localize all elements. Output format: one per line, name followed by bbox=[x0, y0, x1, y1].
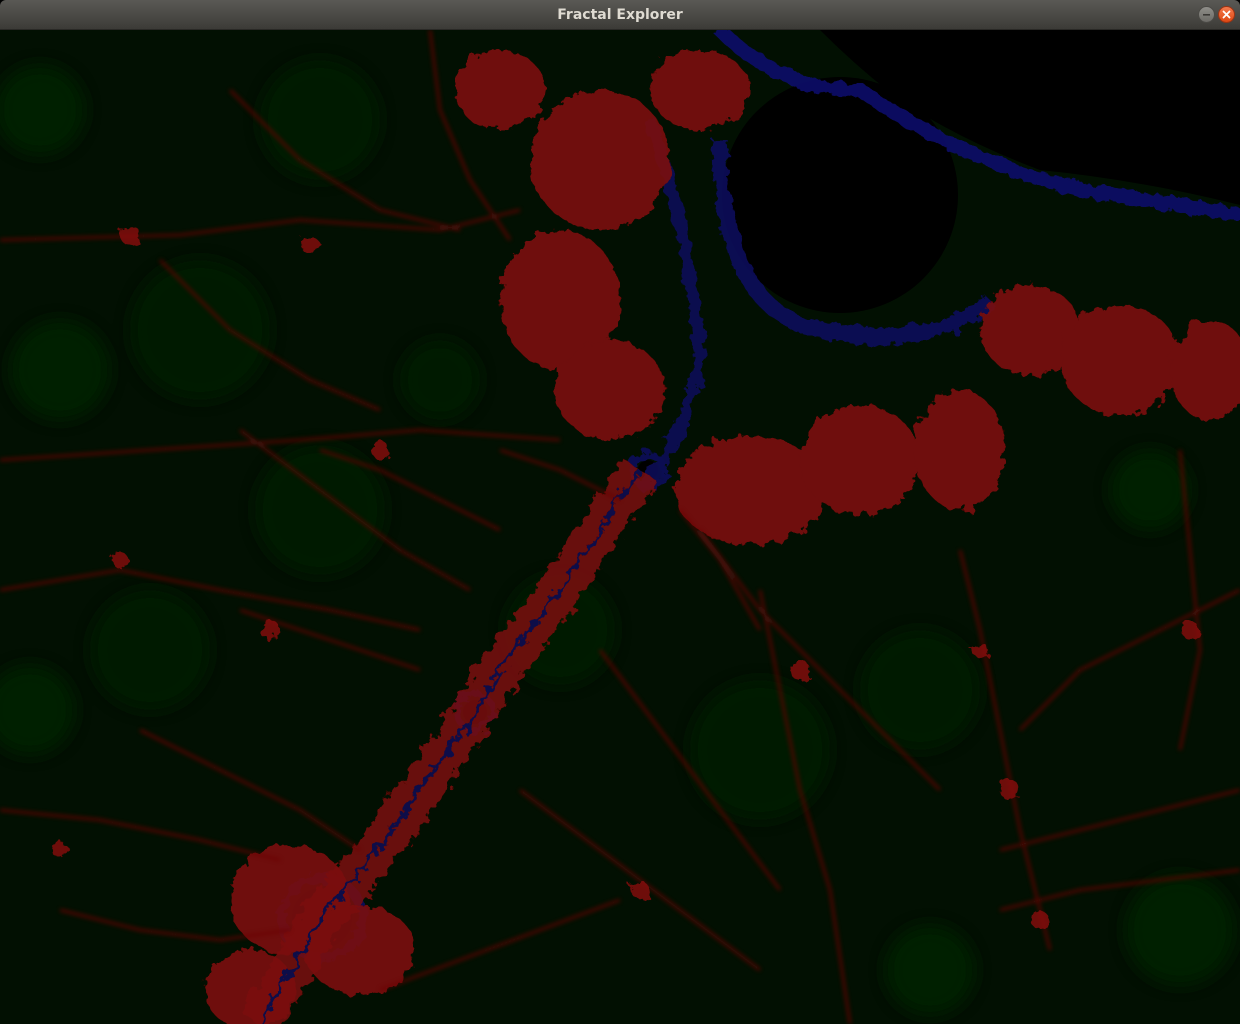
title-bar[interactable]: Fractal Explorer bbox=[0, 0, 1240, 30]
minimize-button[interactable] bbox=[1198, 6, 1215, 23]
fractal-render bbox=[0, 30, 1240, 1024]
app-window: Fractal Explorer bbox=[0, 0, 1240, 1024]
minimize-icon bbox=[1202, 10, 1211, 19]
fractal-canvas[interactable] bbox=[0, 30, 1240, 1024]
window-title: Fractal Explorer bbox=[557, 7, 683, 23]
close-button[interactable] bbox=[1218, 6, 1235, 23]
close-icon bbox=[1222, 10, 1231, 19]
